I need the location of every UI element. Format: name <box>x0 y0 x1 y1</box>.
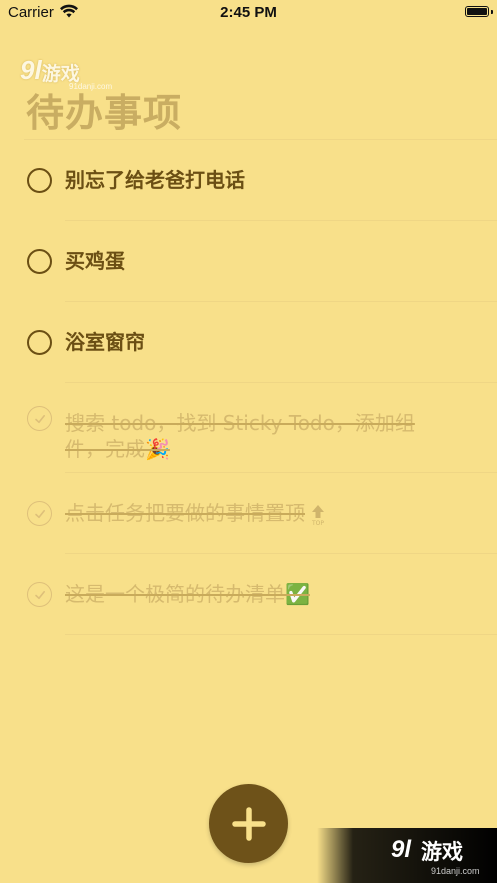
todo-item[interactable]: 浴室窗帘 <box>0 302 497 383</box>
todo-text: 别忘了给老爸打电话 <box>65 168 245 192</box>
status-bar: Carrier 2:45 PM <box>0 0 497 26</box>
todo-item[interactable]: 别忘了给老爸打电话 <box>0 140 497 221</box>
checkbox-unchecked-icon[interactable] <box>27 330 52 355</box>
todo-text: 这是一个极简的待办清单✅ <box>65 582 310 606</box>
top-arrow-icon: TOP <box>311 504 324 527</box>
page-title: 待办事项 <box>26 91 183 135</box>
todo-item[interactable]: 买鸡蛋 <box>0 221 497 302</box>
todo-item-completed[interactable]: 这是一个极简的待办清单✅ <box>0 554 497 635</box>
checkbox-checked-icon[interactable] <box>27 582 52 607</box>
todo-text: 浴室窗帘 <box>65 330 145 354</box>
top-badge-label: TOP <box>311 520 324 527</box>
checkbox-checked-icon[interactable] <box>27 406 52 431</box>
todo-text: 搜索 todo，找到 Sticky Todo，添加组件，完成🎉 <box>65 411 415 461</box>
watermark-logo-mark: 9l <box>391 836 412 863</box>
todo-text: 点击任务把要做的事情置顶 TOP <box>65 500 437 527</box>
plus-icon <box>231 806 266 841</box>
status-time: 2:45 PM <box>220 4 277 21</box>
todo-item-completed[interactable]: 搜索 todo，找到 Sticky Todo，添加组件，完成🎉 <box>0 383 497 473</box>
todo-list: 别忘了给老爸打电话 买鸡蛋 浴室窗帘 搜索 todo，找到 Sticky Tod… <box>0 140 497 635</box>
checkmark-icon <box>34 509 45 518</box>
row-divider <box>65 634 497 635</box>
battery-icon <box>465 6 489 17</box>
checkmark-icon <box>34 590 45 599</box>
add-todo-button[interactable] <box>209 784 288 863</box>
todo-item-completed[interactable]: 点击任务把要做的事情置顶 TOP <box>0 473 497 554</box>
watermark-logo-text: 游戏 <box>421 840 463 864</box>
checkbox-checked-icon[interactable] <box>27 501 52 526</box>
checkbox-unchecked-icon[interactable] <box>27 168 52 193</box>
battery-tip <box>491 10 493 14</box>
watermark-url: 91danji.com <box>431 866 480 876</box>
todo-text: 买鸡蛋 <box>65 249 125 273</box>
todo-text-label: 点击任务把要做的事情置顶 <box>65 501 305 525</box>
checkbox-unchecked-icon[interactable] <box>27 249 52 274</box>
watermark-logo-bottom: 9l 游戏 91danji.com <box>317 828 497 883</box>
checkmark-icon <box>34 414 45 423</box>
